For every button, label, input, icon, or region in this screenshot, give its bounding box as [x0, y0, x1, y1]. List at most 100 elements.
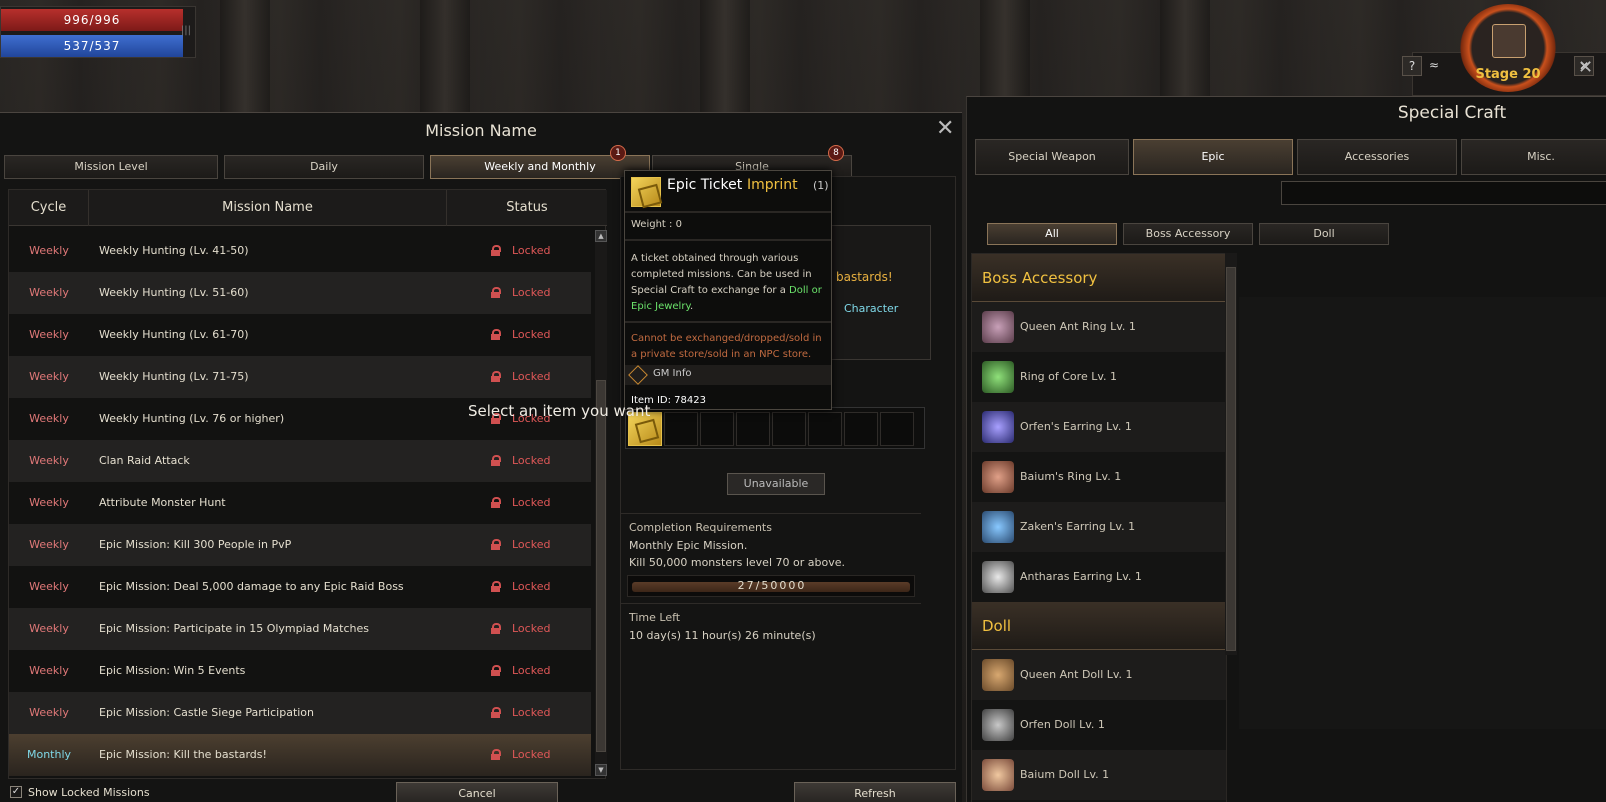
- unavailable-button[interactable]: Unavailable: [727, 473, 825, 495]
- mission-character-label: Character: [844, 302, 899, 315]
- scroll-down-icon[interactable]: ▼: [595, 764, 607, 776]
- tooltip-item-name: Epic Ticket: [667, 177, 743, 193]
- tab-special-weapon[interactable]: Special Weapon: [975, 139, 1129, 175]
- doll-items: Queen Ant Doll Lv. 1 Orfen Doll Lv. 1 Ba…: [972, 650, 1226, 800]
- ring-of-core-icon: [982, 361, 1014, 393]
- reward-slot: [772, 412, 806, 446]
- tooltip-description: A ticket obtained through various comple…: [631, 253, 822, 312]
- lock-icon: [491, 314, 501, 356]
- reward-slots: [625, 407, 925, 449]
- table-row[interactable]: Weekly Epic Mission: Participate in 15 Ol…: [9, 608, 591, 650]
- requirement-line: Monthly Epic Mission.: [629, 539, 748, 552]
- lock-icon: [491, 524, 501, 566]
- mission-rows: Weekly Weekly Hunting (Lv. 41-50) Locked W…: [9, 230, 591, 776]
- list-item[interactable]: Baium Doll Lv. 1: [972, 750, 1226, 800]
- refresh-button[interactable]: Refresh: [794, 782, 956, 802]
- filter-doll[interactable]: Doll: [1259, 223, 1389, 245]
- orfen-earring-icon: [982, 411, 1014, 443]
- list-item[interactable]: Orfen's Earring Lv. 1: [972, 402, 1226, 452]
- table-row[interactable]: Weekly Weekly Hunting (Lv. 71-75) Locked: [9, 356, 591, 398]
- mission-list-panel: Cycle Mission Name Status Weekly Weekly H…: [8, 189, 607, 779]
- column-mission-name[interactable]: Mission Name: [89, 190, 447, 226]
- tab-misc[interactable]: Misc.: [1461, 139, 1606, 175]
- divider: [621, 513, 921, 514]
- zaken-earring-icon: [982, 511, 1014, 543]
- stage-label: Stage 20: [1475, 67, 1541, 82]
- tab-epic[interactable]: Epic: [1133, 139, 1293, 175]
- category-doll[interactable]: Doll: [972, 602, 1226, 650]
- column-cycle[interactable]: Cycle: [9, 190, 89, 226]
- list-item[interactable]: Queen Ant Ring Lv. 1: [972, 302, 1226, 352]
- requirement-line: Kill 50,000 monsters level 70 or above.: [629, 556, 845, 569]
- gm-info-row[interactable]: GM Info: [625, 365, 831, 385]
- divider: [621, 603, 921, 604]
- requirements-title: Completion Requirements: [629, 521, 772, 534]
- craft-hint-text: Select an item you want: [468, 402, 651, 420]
- baium-ring-icon: [982, 461, 1014, 493]
- table-row[interactable]: Weekly Weekly Hunting (Lv. 51-60) Locked: [9, 272, 591, 314]
- table-row-selected[interactable]: Monthly Epic Mission: Kill the bastards! L…: [9, 734, 591, 776]
- table-row[interactable]: Weekly Epic Mission: Win 5 Events Locked: [9, 650, 591, 692]
- list-item[interactable]: Antharas Earring Lv. 1: [972, 552, 1226, 602]
- scroll-up-icon[interactable]: ▲: [595, 230, 607, 242]
- hp-bar: 996/996: [1, 9, 183, 31]
- scroll-thumb[interactable]: [1226, 267, 1236, 651]
- table-row[interactable]: Weekly Epic Mission: Deal 5,000 damage to…: [9, 566, 591, 608]
- lock-icon: [491, 230, 501, 272]
- list-item[interactable]: Queen Ant Doll Lv. 1: [972, 650, 1226, 700]
- list-item[interactable]: Ring of Core Lv. 1: [972, 352, 1226, 402]
- craft-close-button[interactable]: ✕: [1578, 58, 1593, 78]
- mission-progress-bar: 27/50000: [627, 575, 915, 597]
- collapse-icon[interactable]: ≈: [1424, 56, 1444, 76]
- table-row[interactable]: Weekly Epic Mission: Castle Siege Partici…: [9, 692, 591, 734]
- reward-slot: [736, 412, 770, 446]
- baium-doll-icon: [982, 759, 1014, 791]
- cancel-button[interactable]: Cancel: [396, 782, 558, 802]
- list-item[interactable]: Zaken's Earring Lv. 1: [972, 502, 1226, 552]
- help-button[interactable]: ?: [1402, 56, 1422, 76]
- table-row[interactable]: Weekly Epic Mission: Kill 300 People in P…: [9, 524, 591, 566]
- table-row[interactable]: Weekly Weekly Hunting (Lv. 41-50) Locked: [9, 230, 591, 272]
- mission-list-header: Cycle Mission Name Status: [9, 190, 607, 226]
- column-status[interactable]: Status: [447, 190, 607, 226]
- reward-slot: [844, 412, 878, 446]
- table-row[interactable]: Weekly Attribute Monster Hunt Locked: [9, 482, 591, 524]
- filter-all[interactable]: All: [987, 223, 1117, 245]
- reward-slot: [880, 412, 914, 446]
- bar-grip-icon[interactable]: |||: [181, 25, 191, 36]
- reward-slot: [664, 412, 698, 446]
- gm-info-label: GM Info: [653, 368, 692, 379]
- lock-icon: [491, 566, 501, 608]
- scroll-thumb[interactable]: [596, 380, 606, 752]
- show-locked-checkbox[interactable]: ✓: [10, 786, 22, 798]
- craft-scrollbar[interactable]: [1225, 253, 1237, 655]
- table-row[interactable]: Weekly Weekly Hunting (Lv. 61-70) Locked: [9, 314, 591, 356]
- item-tooltip: Epic Ticket Imprint (1) Weight : 0 A tic…: [624, 170, 832, 410]
- filter-boss-accessory[interactable]: Boss Accessory: [1123, 223, 1253, 245]
- time-left-title: Time Left: [629, 611, 681, 624]
- table-row[interactable]: Weekly Clan Raid Attack Locked: [9, 440, 591, 482]
- mission-close-button[interactable]: ✕: [936, 118, 954, 140]
- lock-icon: [491, 692, 501, 734]
- lock-icon: [491, 734, 501, 776]
- gm-info-icon: [628, 365, 648, 385]
- reward-slot: [700, 412, 734, 446]
- stage-widget: ? ≈ Stage 20 ✕: [1402, 2, 1606, 96]
- list-item[interactable]: Orfen Doll Lv. 1: [972, 700, 1226, 750]
- tab-daily[interactable]: Daily: [224, 155, 424, 179]
- tooltip-weight: Weight : 0: [631, 219, 682, 230]
- antharas-earring-icon: [982, 561, 1014, 593]
- mission-scrollbar[interactable]: ▲ ▼: [595, 230, 607, 776]
- list-item[interactable]: Baium's Ring Lv. 1: [972, 452, 1226, 502]
- special-craft-window: Special Craft Special Weapon Epic Access…: [966, 96, 1606, 802]
- single-badge: 8: [828, 145, 844, 161]
- craft-search-input[interactable]: [1281, 181, 1606, 205]
- craft-title: Special Craft: [1397, 103, 1507, 123]
- time-left-value: 10 day(s) 11 hour(s) 26 minute(s): [629, 629, 816, 642]
- tab-mission-level[interactable]: Mission Level: [4, 155, 218, 179]
- queen-ant-doll-icon: [982, 659, 1014, 691]
- stage-badge[interactable]: Stage 20: [1460, 4, 1556, 92]
- tab-accessories[interactable]: Accessories: [1297, 139, 1457, 175]
- tooltip-quantity: (1): [813, 179, 829, 192]
- category-boss-accessory[interactable]: Boss Accessory: [972, 254, 1226, 302]
